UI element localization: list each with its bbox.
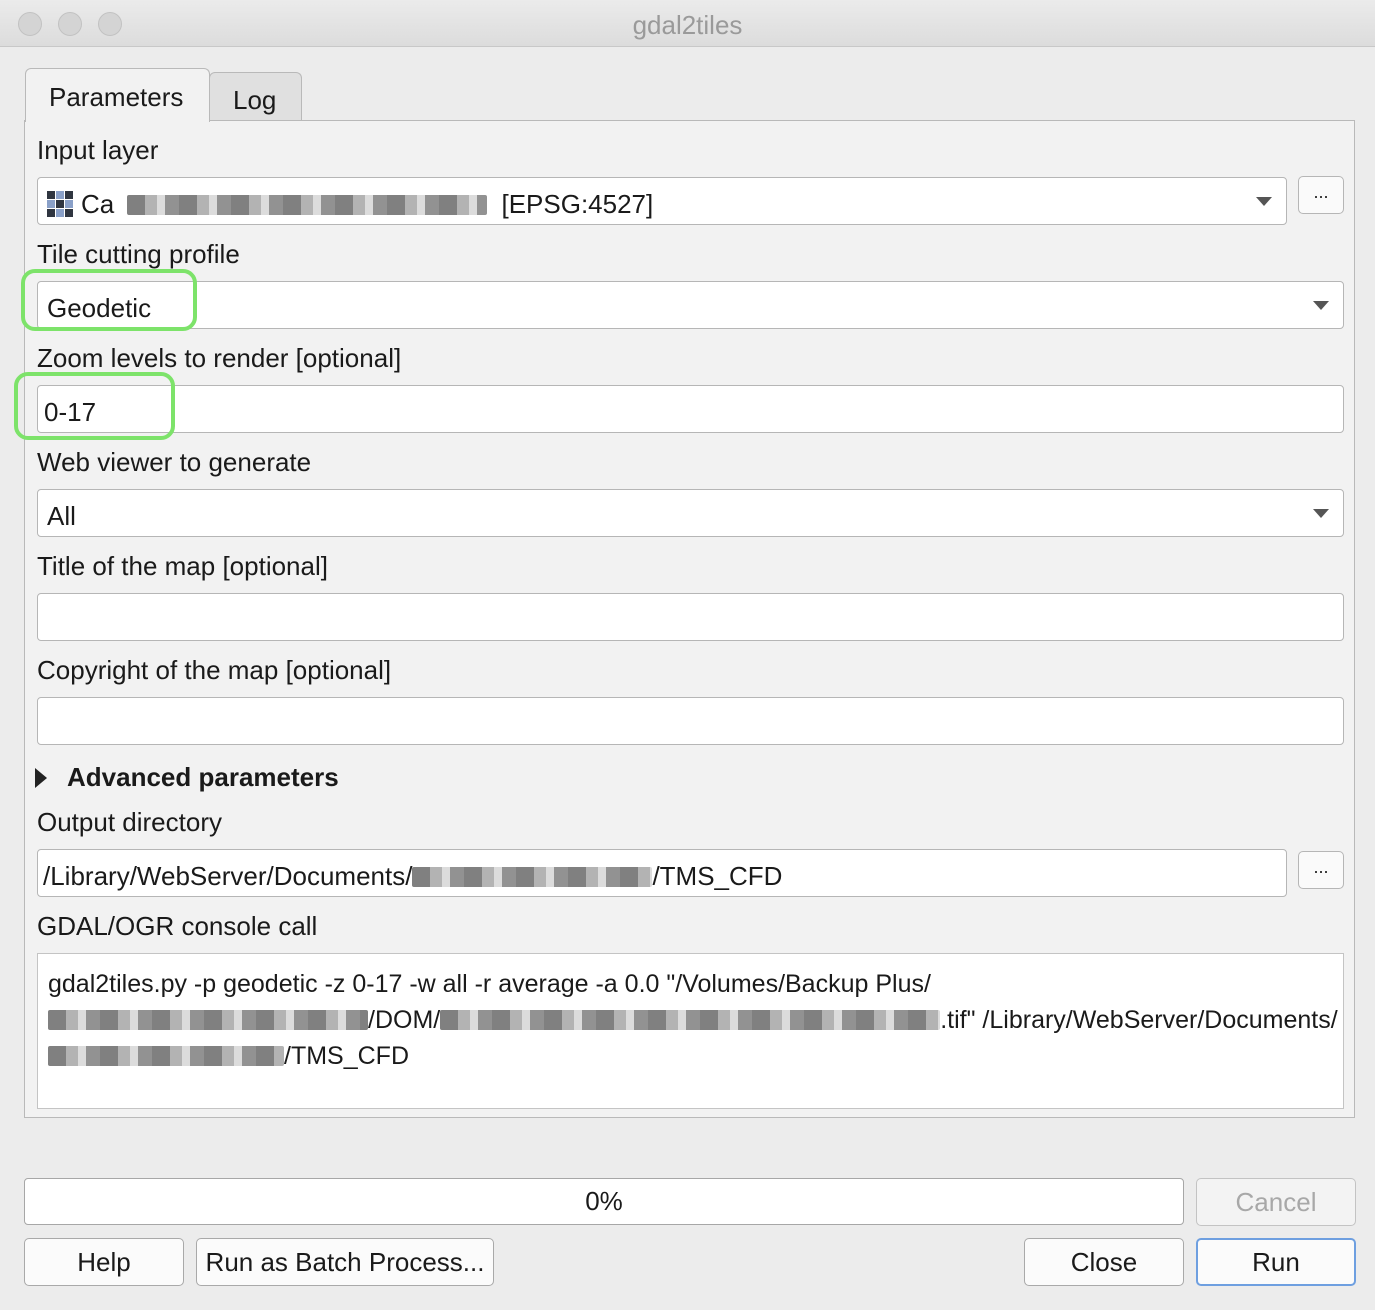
console-call-textarea[interactable]: gdal2tiles.py -p geodetic -z 0-17 -w all… <box>37 953 1344 1109</box>
tab-log[interactable]: Log <box>209 72 302 120</box>
output-directory-input[interactable]: /Library/WebServer/Documents/ /TMS_CFD <box>37 849 1287 897</box>
input-layer-label: Input layer <box>37 135 159 165</box>
console-line-3-end: /TMS_CFD <box>284 1042 409 1070</box>
console-line-2-end: .tif" /Library/WebServer/Documents/ <box>940 1006 1338 1034</box>
progress-bar: 0% <box>24 1178 1184 1225</box>
console-line-2-mid: /DOM/ <box>368 1006 441 1034</box>
map-title-label: Title of the map [optional] <box>37 551 328 581</box>
zoom-levels-value: 0-17 <box>44 397 97 427</box>
disclosure-triangle-icon <box>35 768 47 788</box>
tile-profile-label: Tile cutting profile <box>37 239 240 269</box>
input-layer-combobox[interactable]: Ca [EPSG:4527] <box>37 177 1287 225</box>
console-line-2: /DOM/ .tif" /Library/WebServer/Documents/ <box>48 1002 1338 1038</box>
cancel-button[interactable]: Cancel <box>1196 1178 1356 1226</box>
tile-profile-value: Geodetic <box>47 293 152 323</box>
zoom-levels-label: Zoom levels to render [optional] <box>37 343 402 373</box>
copyright-label: Copyright of the map [optional] <box>37 655 392 685</box>
chevron-down-icon <box>1313 509 1329 518</box>
tab-parameters[interactable]: Parameters <box>25 68 210 122</box>
zoom-levels-input[interactable]: 0-17 <box>37 385 1344 433</box>
parameters-panel: Input layer Ca [EPSG:4527] ... Tile cutt… <box>14 120 1355 1118</box>
redacted-text <box>412 867 653 887</box>
chevron-down-icon <box>1313 301 1329 310</box>
redacted-text <box>48 1010 368 1030</box>
web-viewer-select[interactable]: All <box>37 489 1344 537</box>
advanced-parameters-label: Advanced parameters <box>67 762 339 792</box>
redacted-text <box>440 1010 941 1030</box>
run-button[interactable]: Run <box>1196 1238 1356 1286</box>
window-title: gdal2tiles <box>632 10 743 40</box>
window-titlebar: gdal2tiles <box>0 0 1375 47</box>
output-directory-suffix: /TMS_CFD <box>652 861 783 891</box>
help-button[interactable]: Help <box>24 1238 184 1286</box>
input-layer-browse-button[interactable]: ... <box>1298 176 1344 214</box>
output-directory-label: Output directory <box>37 807 222 837</box>
run-batch-button[interactable]: Run as Batch Process... <box>196 1238 494 1286</box>
raster-layer-icon <box>47 191 73 217</box>
close-button[interactable]: Close <box>1024 1238 1184 1286</box>
web-viewer-label: Web viewer to generate <box>37 447 312 477</box>
advanced-parameters-toggle[interactable]: Advanced parameters <box>35 762 339 793</box>
console-call-label: GDAL/OGR console call <box>37 911 318 941</box>
output-directory-prefix: /Library/WebServer/Documents/ <box>43 861 413 891</box>
redacted-text <box>48 1046 284 1066</box>
input-layer-value-prefix: Ca <box>81 189 115 219</box>
redacted-text <box>127 195 488 215</box>
copyright-input[interactable] <box>37 697 1344 745</box>
tile-profile-select[interactable]: Geodetic <box>37 281 1344 329</box>
console-line-3: /TMS_CFD <box>48 1038 1333 1074</box>
chevron-down-icon <box>1256 197 1272 206</box>
console-line-1: gdal2tiles.py -p geodetic -z 0-17 -w all… <box>48 970 931 998</box>
input-layer-crs: [EPSG:4527] <box>501 189 654 219</box>
web-viewer-value: All <box>47 501 76 531</box>
output-directory-browse-button[interactable]: ... <box>1298 851 1344 889</box>
map-title-input[interactable] <box>37 593 1344 641</box>
